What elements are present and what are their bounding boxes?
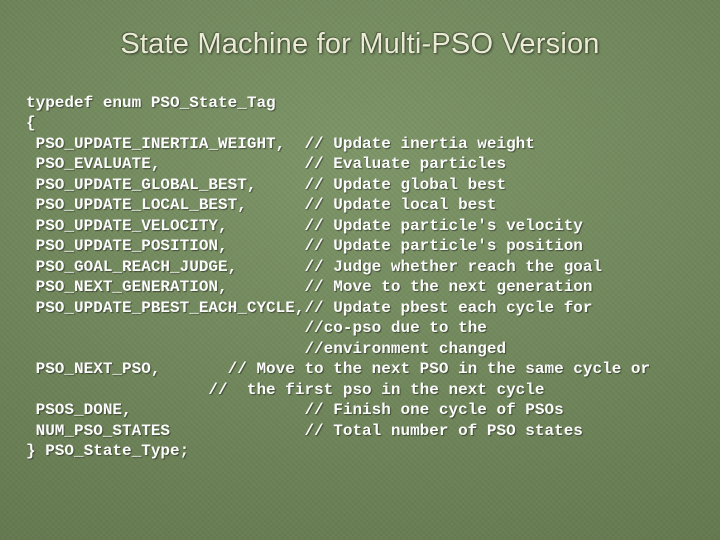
code-block: typedef enum PSO_State_Tag { PSO_UPDATE_… [26, 93, 720, 461]
slide-title: State Machine for Multi-PSO Version [30, 0, 690, 61]
slide: State Machine for Multi-PSO Version type… [0, 0, 720, 540]
